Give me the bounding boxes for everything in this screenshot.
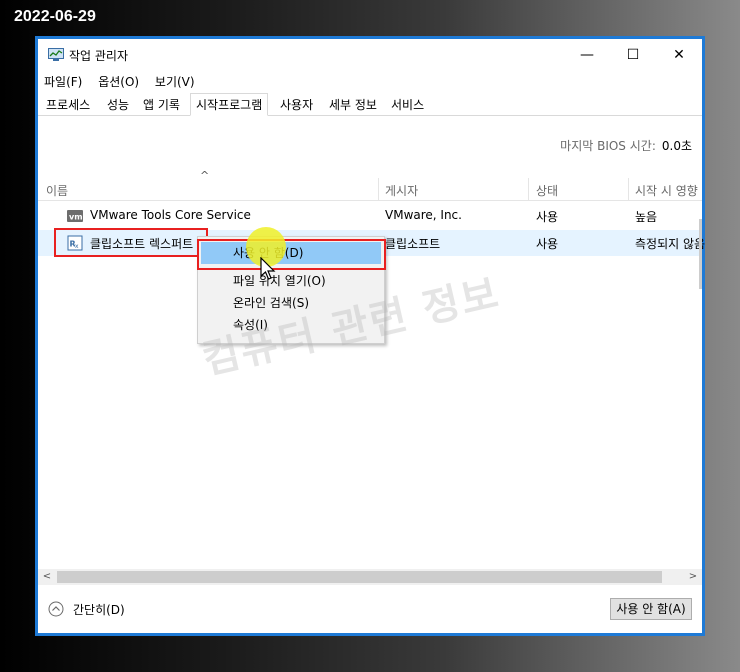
horizontal-scrollbar[interactable]: < > (38, 569, 702, 585)
tab-bar: 프로세스 성능 앱 기록 시작프로그램 사용자 세부 정보 서비스 (38, 93, 702, 116)
row-publisher: 클립소프트 (385, 237, 441, 251)
disable-button[interactable]: 사용 안 함(A) (610, 598, 692, 620)
tab-startup[interactable]: 시작프로그램 (190, 93, 269, 116)
task-manager-icon (48, 48, 64, 61)
tab-details[interactable]: 세부 정보 (324, 96, 382, 115)
annotation-highlight-menu (197, 239, 386, 270)
tab-performance[interactable]: 성능 (102, 96, 134, 115)
fewer-details-link[interactable]: 간단히(D) (73, 601, 125, 618)
row-impact: 측정되지 않음 (635, 237, 705, 251)
annotation-highlight-row (54, 228, 208, 257)
window-title: 작업 관리자 (69, 49, 129, 63)
tab-processes[interactable]: 프로세스 (41, 96, 95, 115)
svg-text:vm: vm (69, 213, 83, 222)
header-name[interactable]: 이름 (46, 182, 68, 200)
column-divider[interactable] (628, 178, 629, 200)
maximize-button[interactable]: ☐ (610, 39, 656, 71)
close-button[interactable]: ✕ (656, 39, 702, 71)
row-status: 사용 (536, 237, 559, 251)
menu-view[interactable]: 보기(V) (155, 75, 195, 89)
row-status: 사용 (536, 210, 559, 224)
column-headers: 이름 게시자 상태 시작 시 영향 (38, 178, 702, 201)
mouse-cursor-icon (260, 257, 276, 280)
menu-options[interactable]: 옵션(O) (98, 75, 139, 89)
header-status[interactable]: 상태 (536, 182, 558, 200)
table-row[interactable]: vm VMware Tools Core Service VMware, Inc… (38, 203, 702, 229)
column-divider[interactable] (378, 178, 379, 200)
menu-file[interactable]: 파일(F) (44, 75, 82, 89)
tab-users[interactable]: 사용자 (275, 96, 318, 115)
row-publisher: VMware, Inc. (385, 208, 462, 222)
vmware-icon: vm (67, 210, 83, 222)
scroll-left-arrow-icon[interactable]: < (38, 569, 56, 585)
scroll-right-arrow-icon[interactable]: > (684, 569, 702, 585)
bios-time: 마지막 BIOS 시간: 0.0초 (560, 137, 692, 154)
bios-time-value: 0.0초 (661, 139, 692, 153)
context-open-file-location[interactable]: 파일 위치 열기(O) (201, 270, 381, 292)
chevron-up-circle-icon[interactable] (48, 601, 64, 617)
tab-services[interactable]: 서비스 (386, 96, 429, 115)
title-bar[interactable]: 작업 관리자 — ☐ ✕ (38, 39, 702, 71)
vertical-scrollbar[interactable] (699, 219, 702, 289)
minimize-button[interactable]: — (564, 39, 610, 71)
column-divider[interactable] (528, 178, 529, 200)
task-manager-window: 작업 관리자 — ☐ ✕ 파일(F) 옵션(O) 보기(V) 프로세스 성능 앱… (35, 36, 705, 636)
header-startup-impact[interactable]: 시작 시 영향 (635, 182, 705, 200)
date-stamp: 2022-06-29 (14, 8, 96, 25)
footer: 간단히(D) 사용 안 함(A) (38, 587, 702, 633)
row-name: VMware Tools Core Service (90, 208, 251, 222)
menu-bar: 파일(F) 옵션(O) 보기(V) (44, 73, 207, 91)
tab-app-history[interactable]: 앱 기록 (138, 96, 185, 115)
bios-time-label: 마지막 BIOS 시간: (560, 139, 656, 153)
header-publisher[interactable]: 게시자 (385, 182, 418, 200)
row-impact: 높음 (635, 210, 658, 224)
scroll-thumb[interactable] (57, 571, 662, 583)
